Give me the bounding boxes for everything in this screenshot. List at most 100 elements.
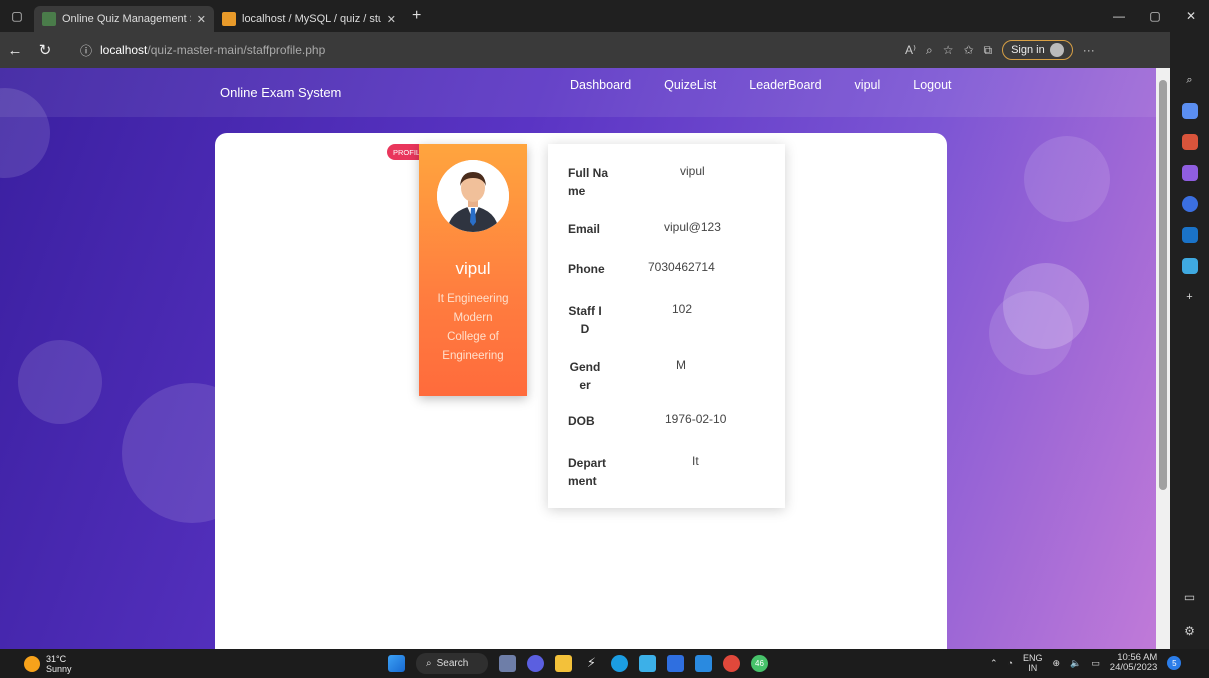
scrollbar-thumb[interactable] — [1159, 80, 1167, 490]
user-summary-card: vipul It Engineering Modern College of E… — [419, 144, 527, 396]
tab-title: Online Quiz Management Systen — [62, 13, 191, 25]
battery-icon[interactable]: ▭ — [1091, 658, 1100, 669]
detail-value: M — [676, 358, 686, 372]
clock-date: 24/05/2023 — [1109, 662, 1158, 673]
detail-label: Gender — [569, 360, 601, 392]
search-icon[interactable]: ⌕ — [1182, 72, 1198, 88]
outlook-icon[interactable] — [1181, 227, 1198, 243]
terminal-icon[interactable]: ⚡ — [583, 655, 600, 672]
zoom-icon[interactable]: ⌕ — [926, 43, 933, 58]
region-code: IN — [1028, 663, 1038, 673]
phpmyadmin-favicon-icon — [222, 12, 236, 26]
copilot-icon[interactable] — [1181, 196, 1198, 212]
search-label: Search — [436, 658, 469, 669]
drop-icon[interactable] — [1181, 258, 1198, 274]
temperature: 31°C — [46, 654, 67, 664]
nav-user[interactable]: vipul — [855, 78, 881, 92]
detail-value: 1976-02-10 — [665, 412, 727, 426]
url-field[interactable]: ⓘ localhost/quiz-master-main/staffprofil… — [80, 37, 900, 63]
detail-value: 7030462714 — [648, 260, 715, 274]
decor-bubble — [1024, 136, 1110, 222]
back-icon[interactable]: ← — [0, 35, 30, 65]
shopping-tag-icon[interactable] — [1181, 103, 1198, 119]
browser-tab-strip: ▢ Online Quiz Management Systen ✕ localh… — [0, 0, 1209, 32]
minimize-icon[interactable]: — — [1101, 0, 1137, 32]
games-icon[interactable] — [1181, 165, 1198, 181]
whatsapp-icon[interactable]: 46 — [751, 655, 768, 672]
sidebar-settings-icon[interactable]: ⚙ — [1184, 624, 1195, 638]
nav-links: Dashboard QuizeList LeaderBoard vipul Lo… — [570, 78, 985, 92]
taskbar-search[interactable]: ⌕ Search — [416, 653, 488, 674]
teams-icon[interactable] — [527, 655, 544, 672]
weather-widget[interactable]: 31°C Sunny — [24, 654, 72, 674]
notification-icon[interactable]: 5 — [1167, 656, 1182, 670]
volume-icon[interactable]: 🔈 — [1070, 658, 1081, 669]
network-icon[interactable]: ⊕ — [1053, 658, 1061, 669]
new-tab-icon[interactable]: + — [404, 7, 429, 25]
nav-quizelist[interactable]: QuizeList — [664, 78, 716, 92]
detail-label: Staff ID — [568, 304, 602, 336]
sign-in-button[interactable]: Sign in — [1002, 40, 1073, 60]
decor-bubble — [989, 291, 1073, 375]
businessman-avatar-icon — [437, 160, 509, 232]
site-navbar: Online Exam System Dashboard QuizeList L… — [0, 68, 1156, 117]
close-tab-icon[interactable]: ✕ — [387, 13, 396, 26]
site-brand[interactable]: Online Exam System — [220, 85, 341, 100]
tab-actions-icon[interactable]: ▢ — [0, 0, 34, 32]
detail-label: Department — [568, 456, 607, 488]
clock[interactable]: 10:56 AM 24/05/2023 — [1110, 653, 1158, 673]
page-viewport: Online Exam System Dashboard QuizeList L… — [0, 68, 1156, 649]
user-name: vipul — [455, 259, 491, 278]
edge-browser-icon[interactable] — [611, 655, 628, 672]
detail-label: Full Name — [568, 166, 609, 198]
read-aloud-icon[interactable]: A⁾ — [905, 43, 916, 57]
detail-label: Email — [568, 222, 601, 236]
windows-taskbar: 31°C Sunny ⌕ Search ⚡ 46 ⌃ ◔ ENG IN ⊕ 🔈 ▭… — [0, 649, 1209, 678]
favorite-star-icon[interactable]: ☆ — [943, 43, 954, 57]
collections-icon[interactable]: ⧉ — [984, 43, 993, 58]
site-favicon-icon — [42, 12, 56, 26]
nav-leaderboard[interactable]: LeaderBoard — [749, 78, 821, 92]
nav-dashboard[interactable]: Dashboard — [570, 78, 631, 92]
more-options-icon[interactable]: ··· — [1083, 43, 1095, 57]
page-scrollbar[interactable] — [1156, 68, 1170, 649]
edge-sidebar-bottom: ▭ ⚙ — [1170, 590, 1209, 638]
detail-value: It — [692, 454, 699, 468]
refresh-icon[interactable]: ↻ — [30, 35, 60, 65]
nav-logout[interactable]: Logout — [913, 78, 951, 92]
hide-sidebar-icon[interactable]: ▭ — [1184, 590, 1195, 604]
tray-app-icon[interactable]: ◔ — [1008, 658, 1013, 668]
detail-value: vipul — [680, 164, 705, 178]
windows-start-icon[interactable] — [388, 655, 405, 672]
favorites-icon[interactable]: ✩ — [963, 43, 973, 57]
tab-phpmyadmin[interactable]: localhost / MySQL / quiz / stude ✕ — [214, 6, 404, 32]
tab-quiz-system[interactable]: Online Quiz Management Systen ✕ — [34, 6, 214, 32]
language-indicator[interactable]: ENG IN — [1023, 653, 1043, 673]
file-explorer-icon[interactable] — [555, 655, 572, 672]
vscode-icon[interactable] — [695, 655, 712, 672]
search-icon: ⌕ — [426, 658, 432, 669]
close-window-icon[interactable]: ✕ — [1173, 0, 1209, 32]
chrome-icon[interactable] — [723, 655, 740, 672]
restore-icon[interactable]: ▢ — [1137, 0, 1173, 32]
store-icon[interactable] — [639, 655, 656, 672]
tab-title: localhost / MySQL / quiz / stude — [242, 13, 381, 25]
add-sidebar-app-icon[interactable]: + — [1182, 289, 1198, 305]
show-hidden-icons-icon[interactable]: ⌃ — [990, 658, 998, 669]
language-code: ENG — [1022, 653, 1043, 663]
tools-icon[interactable] — [1181, 134, 1198, 150]
detail-label: Phone — [568, 262, 605, 276]
task-view-icon[interactable] — [499, 655, 516, 672]
app-icon[interactable] — [667, 655, 684, 672]
site-info-icon[interactable]: ⓘ — [80, 42, 92, 59]
address-bar: ← ↻ ⓘ localhost/quiz-master-main/staffpr… — [0, 32, 1209, 68]
profile-details-card: Full Name vipul Email vipul@123 Phone 70… — [548, 144, 785, 508]
detail-label: DOB — [568, 414, 595, 428]
address-tools: A⁾ ⌕ ☆ ✩ ⧉ Sign in ··· — [905, 32, 1095, 68]
dept-line: College of — [447, 331, 499, 343]
taskbar-apps: ⌕ Search ⚡ 46 — [388, 653, 768, 674]
url-path: /quiz-master-main/staffprofile.php — [147, 43, 326, 57]
sun-icon — [24, 656, 40, 672]
system-tray: ⌃ ◔ ENG IN ⊕ 🔈 ▭ 10:56 AM 24/05/2023 5 — [990, 653, 1182, 673]
close-tab-icon[interactable]: ✕ — [197, 13, 206, 26]
